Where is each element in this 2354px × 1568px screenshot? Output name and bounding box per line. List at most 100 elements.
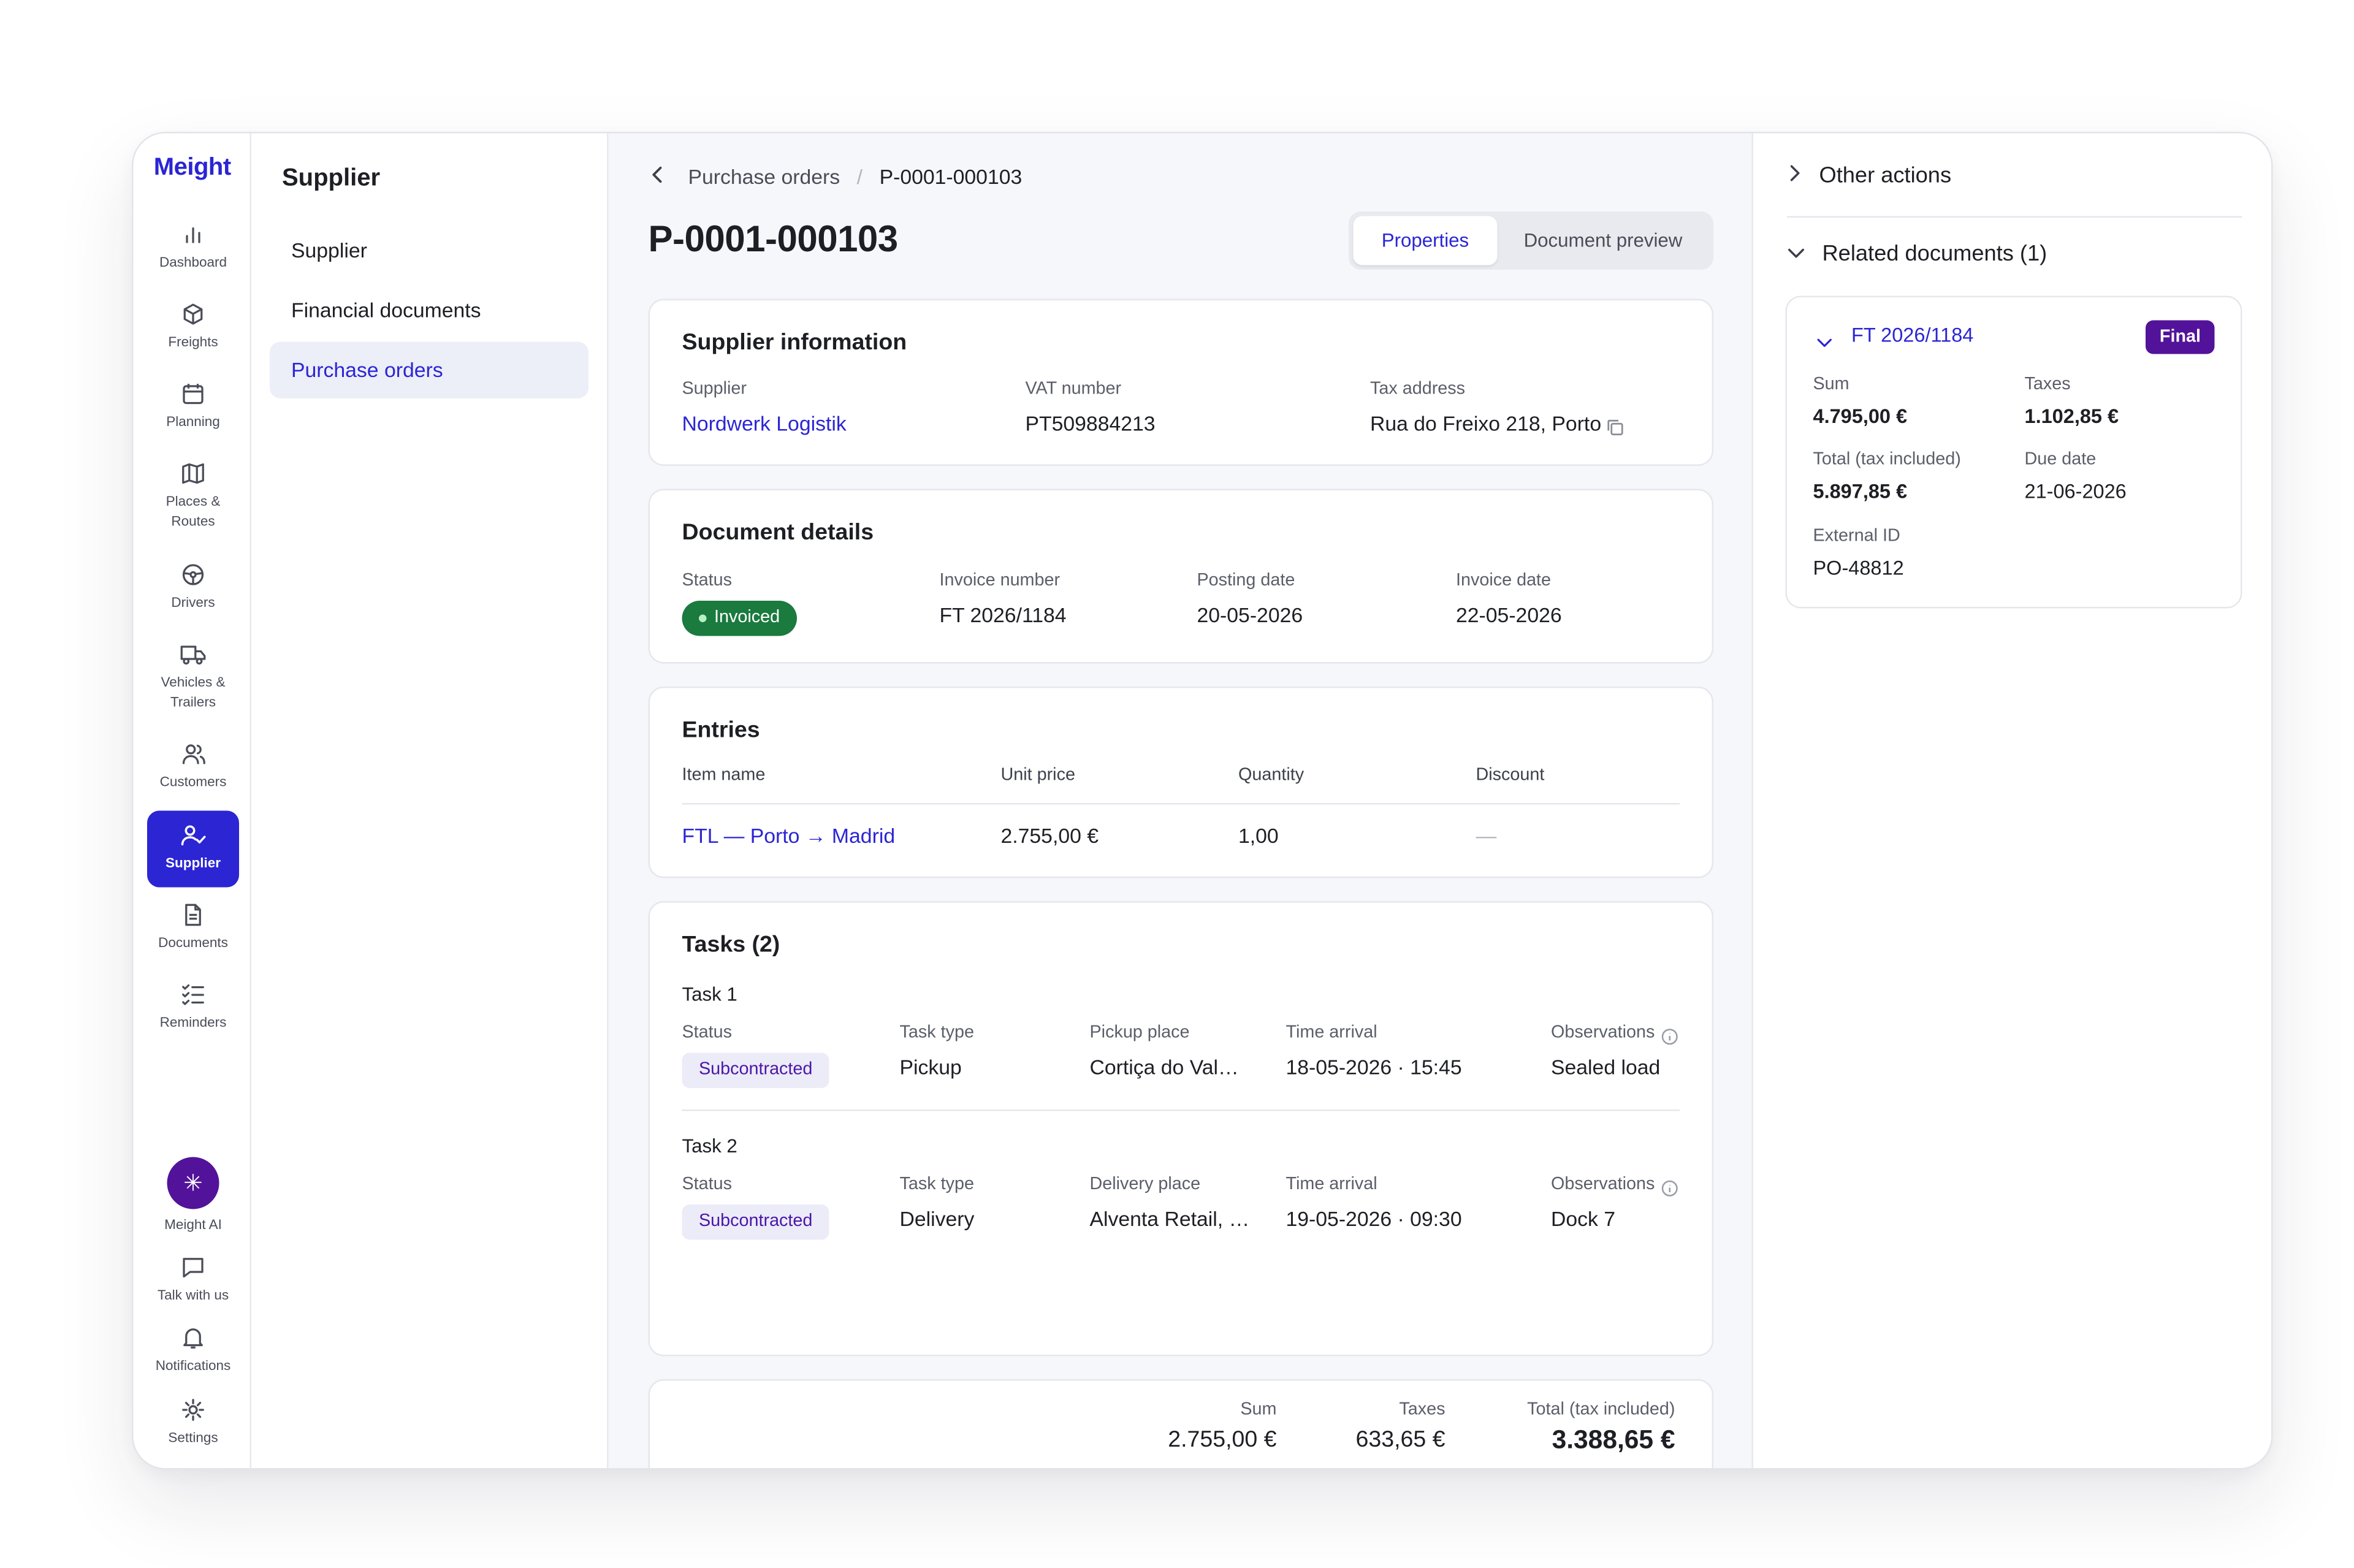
nav-label: Drivers	[171, 595, 215, 610]
totals-label: Taxes	[1399, 1401, 1446, 1419]
nav-label: Vehicles & Trailers	[161, 674, 226, 709]
breadcrumb-current: P-0001-000103	[879, 166, 1023, 189]
field-label: External ID	[1813, 527, 1900, 546]
divider	[682, 803, 1680, 805]
main-content: Purchase orders / P-0001-000103 P-0001-0…	[608, 133, 1752, 1468]
nav-dashboard[interactable]: Dashboard	[147, 223, 239, 284]
copy-icon[interactable]	[1606, 417, 1625, 444]
tab-properties[interactable]: Properties	[1353, 216, 1498, 265]
other-actions-label: Other actions	[1819, 164, 1952, 189]
supplier-link[interactable]: Nordwerk Logistik	[682, 413, 847, 436]
divider	[1787, 216, 2242, 218]
status-badge: Final	[2146, 320, 2215, 354]
totals-card: Sum 2.755,00 € Taxes 633,65 € Total (tax…	[648, 1379, 1713, 1468]
info-icon[interactable]	[1661, 1177, 1678, 1205]
card-title: Supplier information	[682, 329, 907, 356]
checklist-icon	[147, 983, 239, 1007]
icon-rail: Meight Dashboard Freights Planning Place…	[133, 133, 252, 1468]
entry-item-link[interactable]: FTL — Porto → Madrid	[682, 824, 896, 848]
related-document-card: FT 2026/1184 Final Sum 4.795,00 € Taxes …	[1785, 295, 2242, 609]
breadcrumb-parent[interactable]: Purchase orders	[688, 166, 840, 189]
field-label: Status	[682, 571, 733, 590]
task-type: Delivery	[899, 1208, 975, 1231]
nav-label: Settings	[168, 1429, 218, 1445]
task-status-badge: Subcontracted	[682, 1205, 829, 1240]
field-label: Time arrival	[1286, 1024, 1377, 1042]
task-place: Cortiça do Val…	[1089, 1056, 1239, 1079]
nav-freights[interactable]: Freights	[147, 302, 239, 363]
supplier-subnav: Supplier Supplier Financial documents Pu…	[251, 133, 609, 1468]
related-documents-toggle[interactable]: Related documents (1)	[1787, 242, 2047, 267]
nav-label: Freights	[168, 334, 218, 349]
column-header: Item name	[682, 766, 766, 785]
field-label: Taxes	[2024, 375, 2071, 394]
nav-documents[interactable]: Documents	[147, 903, 239, 964]
field-label: Status	[682, 1175, 733, 1194]
totals-label: Sum	[1240, 1401, 1277, 1419]
field-label: Total (tax included)	[1813, 451, 1961, 469]
other-actions-toggle[interactable]: Other actions	[1787, 164, 1951, 189]
chevron-down-icon	[1787, 242, 1805, 267]
task-title: Task 1	[682, 984, 737, 1005]
nav-customers[interactable]: Customers	[147, 742, 239, 803]
chevron-right-icon	[1787, 164, 1802, 189]
nav-supplier[interactable]: Supplier	[147, 810, 239, 888]
entry-quantity: 1,00	[1238, 824, 1279, 848]
totals-total: 3.388,65 €	[1552, 1425, 1675, 1455]
task-place: Alventa Retail, …	[1089, 1208, 1250, 1231]
field-label: Observations	[1551, 1024, 1655, 1042]
nav-label: Supplier	[165, 855, 221, 870]
nav-planning[interactable]: Planning	[147, 382, 239, 443]
nav-label: Talk with us	[157, 1287, 229, 1303]
invoice-number: FT 2026/1184	[939, 604, 1067, 627]
brand-logo[interactable]: Meight	[134, 155, 252, 183]
nav-label: Dashboard	[159, 254, 227, 270]
totals-taxes: 633,65 €	[1355, 1426, 1446, 1453]
column-header: Unit price	[1000, 766, 1075, 785]
view-toggle: Properties Document preview	[1349, 211, 1713, 270]
subnav-item-purchase-orders[interactable]: Purchase orders	[270, 341, 588, 398]
subnav-item-financial-documents[interactable]: Financial documents	[270, 282, 588, 339]
field-label: Posting date	[1197, 571, 1295, 590]
related-document-link[interactable]: FT 2026/1184	[1851, 324, 1973, 347]
supplier-information-card: Supplier information Supplier Nordwerk L…	[648, 299, 1713, 466]
tab-document-preview[interactable]: Document preview	[1498, 216, 1709, 265]
gear-icon	[147, 1398, 239, 1422]
invoice-date: 22-05-2026	[1456, 604, 1562, 627]
divider	[682, 1109, 1680, 1111]
field-label: Observations	[1551, 1175, 1655, 1194]
breadcrumb-separator: /	[856, 166, 863, 189]
users-icon	[147, 742, 239, 766]
nav-label: Planning	[166, 414, 220, 429]
right-panel: Other actions Related documents (1) FT 2…	[1751, 133, 2271, 1468]
chevron-down-icon[interactable]	[1816, 330, 1834, 357]
nav-meight-ai[interactable]: ✳ Meight AI	[147, 1157, 239, 1234]
nav-drivers[interactable]: Drivers	[147, 563, 239, 624]
back-chevron-icon[interactable]	[650, 166, 665, 189]
nav-reminders[interactable]: Reminders	[147, 983, 239, 1044]
field-label: Pickup place	[1089, 1024, 1190, 1042]
task-time-arrival: 19-05-2026 · 09:30	[1286, 1208, 1462, 1231]
task-observations: Dock 7	[1551, 1208, 1616, 1231]
task-time-arrival: 18-05-2026 · 15:45	[1286, 1056, 1462, 1079]
field-label: Status	[682, 1024, 733, 1042]
nav-label: Notifications	[155, 1358, 231, 1373]
info-icon[interactable]	[1661, 1026, 1678, 1053]
task-type: Pickup	[899, 1056, 962, 1079]
tax-address: Rua do Freixo 218, Porto	[1370, 412, 1602, 436]
nav-settings[interactable]: Settings	[147, 1398, 239, 1456]
related-documents-title: Related documents (1)	[1822, 242, 2047, 267]
truck-icon	[147, 642, 239, 667]
nav-vehicles-trailers[interactable]: Vehicles & Trailers	[147, 642, 239, 719]
entry-discount: —	[1476, 824, 1497, 848]
field-label: Task type	[899, 1175, 974, 1194]
map-icon	[147, 462, 239, 486]
nav-places-routes[interactable]: Places & Routes	[147, 462, 239, 538]
nav-notifications[interactable]: Notifications	[147, 1326, 239, 1384]
nav-talk-with-us[interactable]: Talk with us	[147, 1255, 239, 1314]
related-due-date: 21-06-2026	[2024, 479, 2127, 503]
subnav-item-supplier[interactable]: Supplier	[270, 223, 588, 280]
field-label: Due date	[2024, 451, 2097, 469]
nav-label: Places & Routes	[166, 493, 221, 528]
nav-label: Documents	[158, 935, 228, 950]
